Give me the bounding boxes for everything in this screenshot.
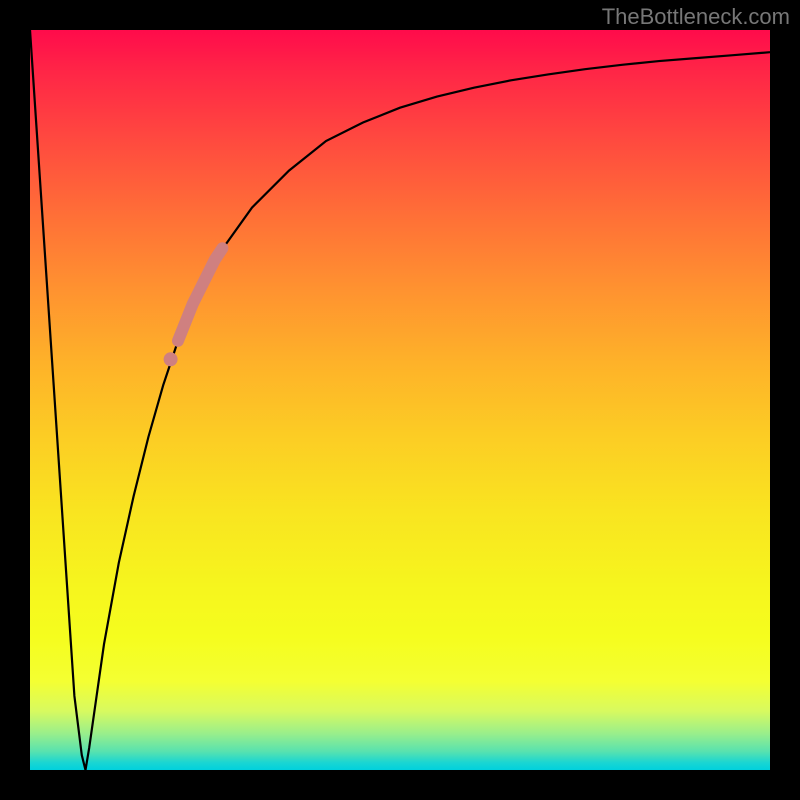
chart-svg <box>30 30 770 770</box>
highlight-segment-path <box>178 248 222 340</box>
chart-plot-area <box>30 30 770 770</box>
bottleneck-curve-path <box>30 30 770 770</box>
highlight-dot <box>164 352 178 366</box>
watermark-text: TheBottleneck.com <box>602 4 790 30</box>
